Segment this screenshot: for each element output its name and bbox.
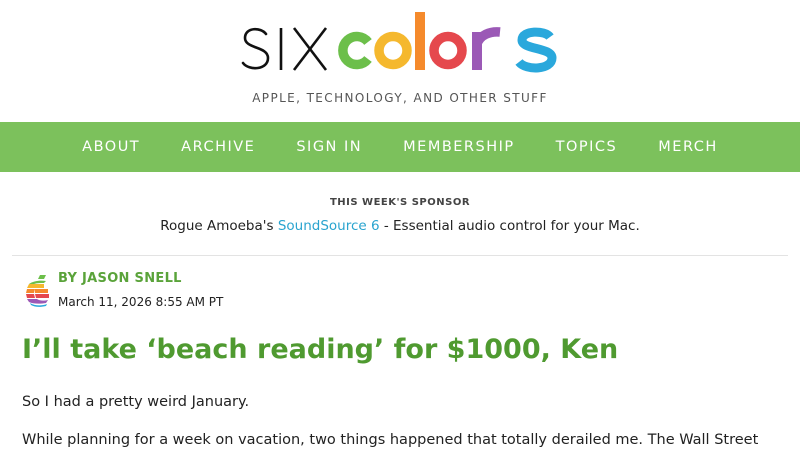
nav-membership[interactable]: MEMBERSHIP [403,139,515,155]
nav-archive[interactable]: ARCHIVE [181,139,255,155]
sponsor-suffix: - Essential audio control for your Mac. [379,218,640,234]
sponsor-divider [12,255,788,256]
post-paragraph: While planning for a week on vacation, t… [22,432,759,448]
site-header: APPLE, TECHNOLOGY, AND OTHER STUFF [0,0,800,122]
nav-sign-in[interactable]: SIGN IN [296,139,362,155]
nav-about[interactable]: ABOUT [82,139,140,155]
nav-topics[interactable]: TOPICS [556,139,618,155]
site-logo[interactable] [0,0,800,80]
six-colors-c-icon [26,275,49,307]
nav-merch[interactable]: MERCH [658,139,718,155]
site-tagline: APPLE, TECHNOLOGY, AND OTHER STUFF [252,91,548,105]
author-byline[interactable]: BY JASON SNELL [58,271,182,286]
sponsor-line: Rogue Amoeba's SoundSource 6 - Essential… [0,218,800,234]
sponsor-link[interactable]: SoundSource 6 [278,218,380,234]
six-colors-logo [241,12,557,73]
post-paragraph: So I had a pretty weird January. [22,394,250,410]
post-date: March 11, 2026 8:55 AM PT [58,295,224,309]
sponsor-prefix: Rogue Amoeba's [160,218,278,234]
sponsor-heading: THIS WEEK'S SPONSOR [329,197,471,208]
post-title[interactable]: I’ll take ‘beach reading’ for $1000, Ken [22,334,618,365]
main-nav: ABOUT ARCHIVE SIGN IN MEMBERSHIP TOPICS … [0,122,800,172]
